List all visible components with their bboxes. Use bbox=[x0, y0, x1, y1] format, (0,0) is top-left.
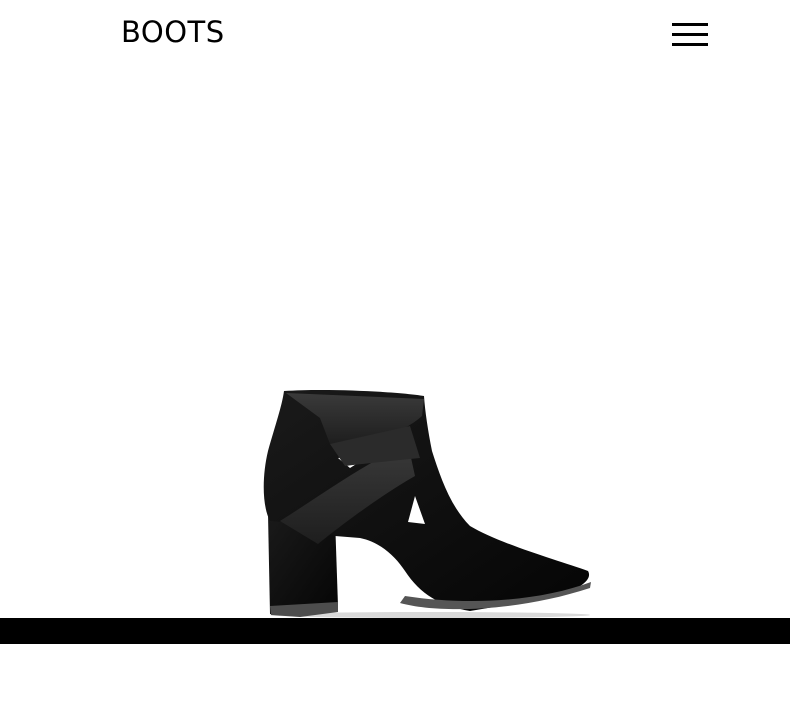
site-header: BOOTS bbox=[0, 0, 790, 66]
menu-bar-middle bbox=[672, 32, 708, 36]
hero-bottom-band bbox=[0, 618, 790, 644]
page: BOOTS bbox=[0, 0, 790, 717]
brand-logo-link[interactable]: BOOTS bbox=[121, 13, 225, 51]
menu-bar-bottom bbox=[672, 42, 708, 46]
menu-bar-top bbox=[672, 22, 708, 26]
hero-banner bbox=[0, 66, 790, 618]
menu-button[interactable] bbox=[668, 16, 712, 52]
footer-area bbox=[0, 644, 790, 717]
ankle-boot-image bbox=[263, 389, 591, 618]
